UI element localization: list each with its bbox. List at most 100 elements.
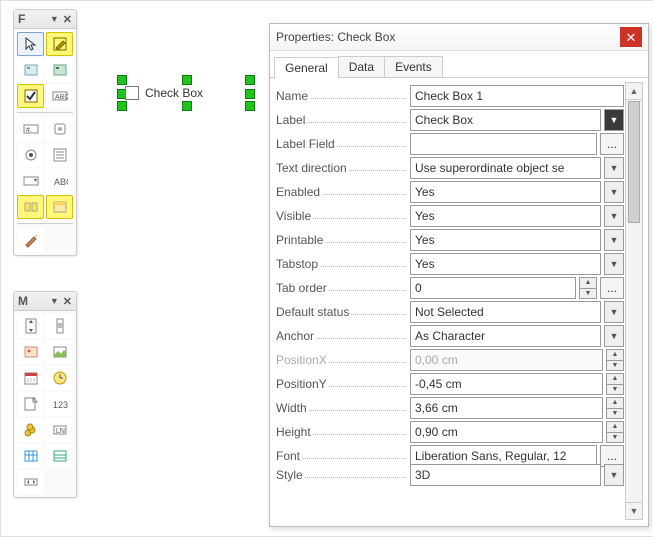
spinner[interactable]: ▲▼	[606, 421, 624, 443]
property-input[interactable]	[410, 421, 603, 443]
property-label: Tabstop	[276, 257, 406, 271]
toolbox-header[interactable]: F ▼ ✕	[14, 10, 76, 29]
property-row: Style▼	[276, 468, 624, 482]
image-control-tool[interactable]	[46, 340, 73, 364]
radio-tool[interactable]	[17, 143, 44, 167]
checkbox-tool[interactable]	[17, 84, 44, 108]
dropdown-icon[interactable]: ▼	[604, 229, 624, 251]
property-input[interactable]	[410, 325, 601, 347]
pattern-field-tool[interactable]: LN	[46, 418, 73, 442]
property-input[interactable]	[410, 157, 601, 179]
dialog-title: Properties: Check Box	[276, 30, 620, 44]
property-label: PositionX	[276, 353, 406, 367]
spinner[interactable]: ▲▼	[579, 277, 597, 299]
toolbox-menu-icon[interactable]: ▼	[50, 14, 59, 24]
property-input[interactable]	[410, 229, 601, 251]
spinner[interactable]: ▲▼	[606, 397, 624, 419]
toolbox-letter: M	[18, 294, 28, 308]
scroll-up-icon[interactable]: ▲	[626, 83, 642, 100]
property-input[interactable]	[410, 85, 624, 107]
toolbox-close-icon[interactable]: ✕	[63, 295, 72, 308]
checkbox-label: Check Box	[145, 86, 203, 100]
file-selection-tool[interactable]	[17, 392, 44, 416]
svg-text:#.: #.	[26, 127, 32, 134]
dropdown-icon[interactable]: ▼	[604, 301, 624, 323]
image-button-tool[interactable]	[17, 340, 44, 364]
property-input[interactable]	[410, 253, 601, 275]
properties-dialog: Properties: Check Box ✕ General Data Eve…	[269, 23, 649, 527]
design-mode-toggle[interactable]	[46, 32, 73, 56]
browse-button[interactable]: ...	[600, 277, 624, 299]
numeric-field-tool[interactable]: 123	[46, 392, 73, 416]
property-row: Printable ▼	[276, 228, 624, 252]
svg-text:ABC: ABC	[55, 94, 68, 101]
scroll-down-icon[interactable]: ▼	[626, 502, 642, 519]
tab-events[interactable]: Events	[384, 56, 443, 77]
spin-button-tool[interactable]	[17, 314, 44, 338]
combo-tool[interactable]	[17, 169, 44, 193]
spinner[interactable]: ▲▼	[606, 349, 624, 371]
nav-control-tool[interactable]	[17, 470, 44, 494]
scrollbar-tool[interactable]	[46, 314, 73, 338]
group-box-tool[interactable]	[17, 195, 44, 219]
dropdown-icon[interactable]: ▼	[604, 253, 624, 275]
property-label: Printable	[276, 233, 406, 247]
spinner[interactable]: ▲▼	[606, 373, 624, 395]
dropdown-icon[interactable]: ▼	[604, 464, 624, 486]
wizard-tool[interactable]	[17, 228, 44, 252]
scroll-thumb[interactable]	[628, 101, 640, 223]
listbox-tool[interactable]	[46, 143, 73, 167]
property-row: Anchor ▼	[276, 324, 624, 348]
svg-text:123: 123	[53, 400, 68, 410]
property-input[interactable]	[410, 397, 603, 419]
form-controls-toolbox: F ▼ ✕ ABC #. ABC	[13, 9, 77, 256]
canvas-checkbox-control[interactable]: Check Box	[121, 79, 251, 107]
property-input[interactable]	[410, 109, 601, 131]
svg-text:ABC: ABC	[54, 177, 68, 187]
property-input[interactable]	[410, 373, 603, 395]
property-label: Text direction	[276, 161, 406, 175]
date-field-tool[interactable]	[17, 366, 44, 390]
property-input[interactable]	[410, 133, 597, 155]
property-input	[410, 349, 603, 371]
property-input[interactable]	[410, 205, 601, 227]
property-label: Tab order	[276, 281, 406, 295]
property-input[interactable]	[410, 464, 601, 486]
close-button[interactable]: ✕	[620, 27, 642, 47]
select-tool[interactable]	[17, 32, 44, 56]
label-tool[interactable]: ABC	[46, 169, 73, 193]
dropdown-icon[interactable]: ▼	[604, 325, 624, 347]
checkbox-body: Check Box	[121, 79, 251, 107]
dropdown-icon[interactable]: ▼	[604, 109, 624, 131]
form-control-1[interactable]	[17, 58, 44, 82]
toolbox-header[interactable]: M ▼ ✕	[14, 292, 76, 311]
time-field-tool[interactable]	[46, 366, 73, 390]
tab-general[interactable]: General	[274, 57, 339, 78]
dialog-titlebar[interactable]: Properties: Check Box ✕	[270, 24, 648, 51]
property-input[interactable]	[410, 277, 576, 299]
dropdown-icon[interactable]: ▼	[604, 157, 624, 179]
browse-button[interactable]: ...	[600, 133, 624, 155]
formatted-field-tool[interactable]: #.	[17, 117, 44, 141]
toolbox-menu-icon[interactable]: ▼	[50, 296, 59, 306]
more-controls-tool[interactable]	[46, 117, 73, 141]
properties-list: NameLabel▼Label Field...Text direction▼E…	[274, 80, 626, 522]
property-label: Anchor	[276, 329, 406, 343]
toolbox-close-icon[interactable]: ✕	[63, 13, 72, 26]
vertical-scrollbar[interactable]: ▲ ▼	[625, 82, 643, 520]
tab-data[interactable]: Data	[338, 56, 385, 77]
property-label: Width	[276, 401, 406, 415]
grid-control-tool[interactable]	[46, 444, 73, 468]
nav-bar-tool[interactable]	[46, 195, 73, 219]
table-control-tool[interactable]	[17, 444, 44, 468]
dropdown-icon[interactable]: ▼	[604, 181, 624, 203]
dropdown-icon[interactable]: ▼	[604, 205, 624, 227]
property-label: Font	[276, 449, 406, 463]
property-input[interactable]	[410, 181, 601, 203]
property-row: Height▲▼	[276, 420, 624, 444]
textbox-tool[interactable]: ABC	[46, 84, 73, 108]
property-input[interactable]	[410, 301, 601, 323]
currency-field-tool[interactable]	[17, 418, 44, 442]
checkbox-box-icon	[125, 86, 139, 100]
form-control-2[interactable]	[46, 58, 73, 82]
